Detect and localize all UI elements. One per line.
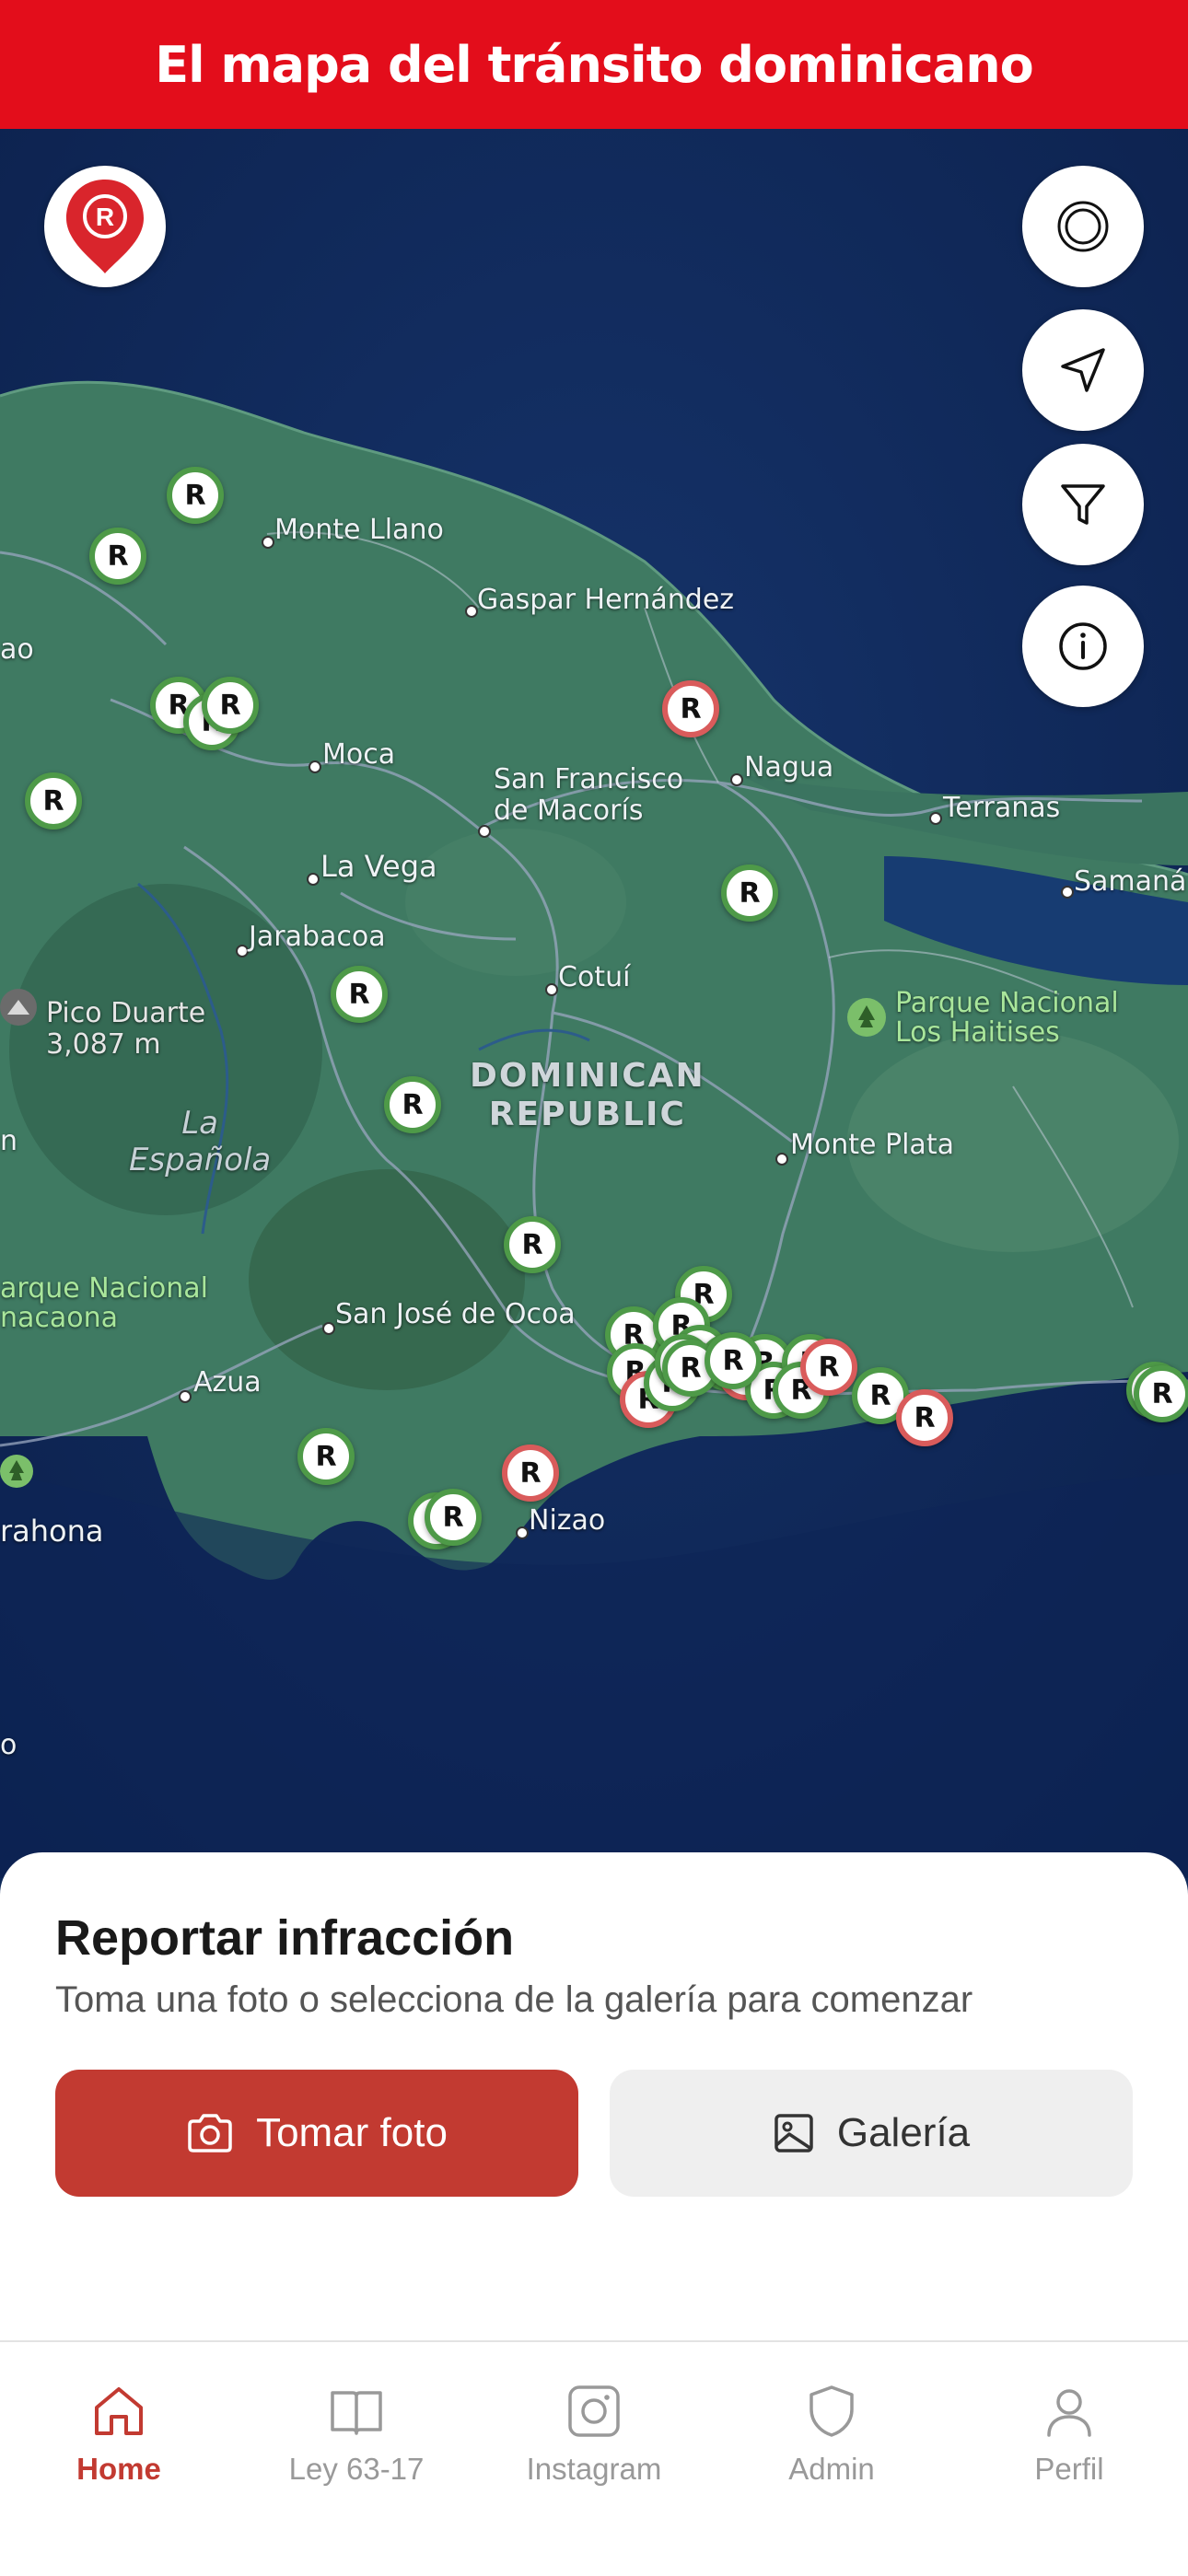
report-marker[interactable]: R [896,1389,953,1446]
place-label: Nizao [529,1504,606,1537]
place-label: Moca [322,738,396,771]
place-label: Monte Llano [274,514,444,546]
app-logo[interactable]: R [44,166,166,287]
report-marker[interactable]: R [89,528,146,585]
report-marker[interactable]: R [331,966,388,1023]
report-marker[interactable]: R [705,1332,762,1389]
map-dot [309,760,321,773]
image-icon [775,2114,813,2152]
place-label: Azua [193,1366,262,1398]
map-dot [775,1153,788,1166]
place-label: n [0,1125,18,1157]
tab-label: Home [76,2452,161,2486]
instagram-icon [568,2385,620,2437]
gallery-button[interactable]: Galería [610,2070,1133,2197]
tab-ley[interactable]: Ley 63-17 [238,2342,475,2526]
filter-button[interactable] [1022,444,1144,565]
gallery-label: Galería [836,2110,971,2155]
tab-label: Admin [788,2452,875,2486]
map-dot [730,773,743,786]
park-icon [847,998,886,1037]
header-title: El mapa del tránsito dominicano [155,35,1034,94]
map-dot [929,812,942,825]
user-icon [1047,2389,1091,2437]
report-marker[interactable]: R [384,1076,441,1133]
sheet-subtitle: Toma una foto o selecciona de la galería… [55,1979,973,2020]
tab-label: Perfil [1034,2452,1104,2486]
navigation-arrow-icon [1061,348,1105,392]
report-marker[interactable]: R [167,467,224,524]
place-label: ao [0,633,34,666]
place-label: Jarabacoa [249,921,386,953]
map-dot [262,536,274,549]
report-marker[interactable]: R [504,1216,561,1273]
map-dot [322,1322,335,1335]
map-view[interactable]: Monte Llano Gaspar Hernández ao Moca San… [0,129,1188,1878]
home-icon [95,2387,143,2435]
map-dot [307,873,320,886]
place-label: arque Nacional nacaona [0,1272,208,1334]
place-label: San Francisco de Macorís [494,763,684,827]
place-label: Terranas [943,792,1061,824]
map-dot [545,983,558,996]
info-circle-icon [1059,622,1107,670]
book-icon [331,2391,382,2435]
place-label: Samaná [1074,865,1187,898]
tab-instagram[interactable]: Instagram [475,2342,713,2526]
place-label: La Española [129,1105,272,1178]
app-header: El mapa del tránsito dominicano [0,0,1188,129]
tab-admin[interactable]: Admin [713,2342,950,2526]
tab-home[interactable]: Home [0,2342,238,2526]
place-label: La Vega [320,849,437,884]
app-logo-pin-icon: R [66,180,144,273]
report-marker[interactable]: R [425,1489,482,1546]
place-label: Parque Nacional Los Haitises [895,987,1119,1049]
map-dot [1061,886,1074,899]
tab-label: Ley 63-17 [288,2452,425,2486]
tab-perfil[interactable]: Perfil [950,2342,1188,2526]
svg-text:R: R [96,203,114,231]
shield-icon [809,2385,854,2437]
report-marker[interactable]: R [202,677,259,734]
mountain-icon [0,989,37,1026]
place-label: o [0,1729,17,1761]
place-label: DOMINICAN REPUBLIC [470,1057,705,1133]
place-label: Cotuí [558,961,631,993]
report-sheet: Reportar infracción Toma una foto o sele… [0,1852,1188,2345]
take-photo-label: Tomar foto [256,2110,448,2155]
report-marker[interactable]: R [1134,1365,1188,1422]
place-label: rahona [0,1514,104,1549]
map-dot [465,605,478,618]
report-marker[interactable]: R [502,1445,559,1502]
map-dot [236,945,249,957]
place-label: Monte Plata [790,1129,954,1161]
place-label: Gaspar Hernández [477,584,735,616]
sheet-title: Reportar infracción [55,1910,515,1966]
bottom-tab-bar: Home Ley 63-17 Instagram Admin Perfil [0,2340,1188,2576]
info-button[interactable] [1022,586,1144,707]
locate-button[interactable] [1022,309,1144,431]
tab-label: Instagram [526,2452,662,2486]
take-photo-button[interactable]: Tomar foto [55,2070,578,2197]
park-icon [0,1455,33,1488]
map-dot [478,825,491,838]
report-marker[interactable]: R [297,1428,355,1485]
layers-circle-icon [1057,201,1109,252]
report-marker[interactable]: R [800,1339,857,1396]
report-marker[interactable]: R [25,772,82,830]
place-label: San José de Ocoa [335,1298,576,1330]
place-label: Pico Duarte 3,087 m [46,997,206,1061]
funnel-filter-icon [1061,484,1105,525]
map-dot [179,1390,192,1403]
map-dot [516,1526,529,1539]
place-label: Nagua [744,751,834,783]
camera-icon [188,2114,232,2152]
layers-button[interactable] [1022,166,1144,287]
report-marker[interactable]: R [721,864,778,922]
report-marker[interactable]: R [662,680,719,737]
